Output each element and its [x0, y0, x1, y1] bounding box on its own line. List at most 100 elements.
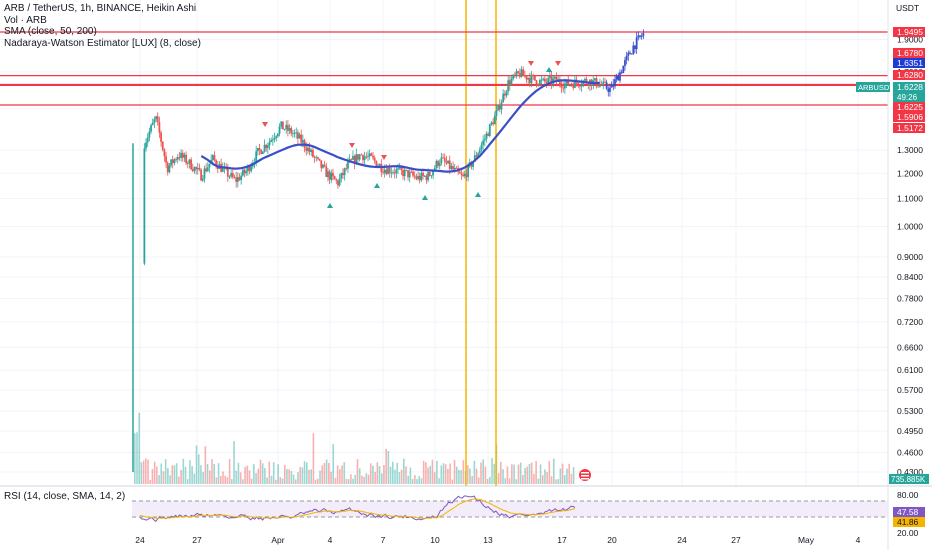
candle-body — [502, 93, 505, 103]
rsi-legend[interactable]: RSI (14, close, SMA, 14, 2) — [4, 491, 125, 502]
volume-bar — [233, 441, 235, 484]
candle-body — [143, 148, 146, 264]
volume-bar — [552, 458, 555, 484]
candle-body — [450, 166, 453, 169]
candle-body — [305, 147, 308, 151]
candle-body — [605, 82, 608, 89]
currency-label: USDT — [896, 3, 919, 13]
candle-body — [291, 133, 294, 134]
candle-body — [173, 159, 176, 164]
candle-body — [453, 167, 456, 170]
candle-body — [615, 75, 618, 80]
candle-body — [533, 75, 536, 81]
candle-body — [178, 157, 181, 158]
candle-body — [186, 163, 189, 164]
candle-body — [437, 161, 439, 166]
signal-markers — [262, 61, 561, 208]
candle-body — [250, 166, 253, 172]
candle-body — [268, 141, 271, 146]
volume-bar — [235, 470, 238, 484]
y-tick-label: 1.1000 — [897, 194, 923, 204]
candle-body — [495, 110, 498, 116]
candle-body — [579, 85, 581, 87]
candle-body — [263, 144, 266, 152]
candle-body — [500, 102, 503, 110]
candle-body — [513, 74, 516, 76]
volume-bar — [354, 474, 357, 484]
volume-bar — [361, 475, 363, 484]
volume-bar — [517, 464, 520, 484]
volume-bar — [310, 469, 312, 484]
candle-body — [562, 87, 565, 89]
candle-body — [235, 177, 238, 182]
candle-body — [577, 82, 580, 86]
volume-bar — [511, 464, 513, 484]
volume-bar — [504, 478, 507, 484]
candle-body — [270, 139, 273, 142]
candle-body — [609, 87, 611, 92]
candle-body — [312, 149, 314, 157]
candle-body — [442, 157, 444, 159]
chart-legend: ARB / TetherUS, 1h, BINANCE, Heikin Ashi… — [4, 3, 201, 49]
volume-bar — [372, 465, 374, 484]
volume-bar — [305, 462, 308, 484]
volume-bar — [290, 470, 293, 484]
volume-bar — [391, 461, 394, 484]
volume-bar — [548, 461, 551, 484]
volume-bar — [204, 446, 207, 484]
volume-bar — [440, 465, 443, 484]
volume-bar — [169, 475, 171, 484]
candle-body — [195, 167, 198, 170]
candle-body — [602, 81, 605, 85]
volume-bar — [449, 463, 451, 484]
y-tick-label: 0.5300 — [897, 406, 923, 416]
candle-body — [185, 154, 187, 164]
candle-body — [230, 173, 233, 177]
volume-bar — [213, 463, 215, 484]
x-tick-label: 10 — [430, 535, 440, 545]
volume-bar — [178, 476, 180, 484]
indicator-nadaraya[interactable]: Nadaraya-Watson Estimator [LUX] (8, clos… — [4, 38, 201, 50]
volume-bar — [405, 466, 407, 484]
candle-body — [392, 172, 394, 174]
tag-last: 1.6228 — [897, 82, 923, 92]
candle-body — [367, 156, 369, 158]
volume-bar — [180, 469, 182, 484]
candle-body — [622, 65, 625, 74]
candle-body — [630, 53, 633, 55]
candle-body — [458, 171, 461, 174]
candle-body — [233, 177, 236, 178]
volume-bar — [286, 469, 288, 484]
candle-body — [325, 166, 328, 177]
volume-bar — [317, 478, 319, 484]
flag-icon[interactable] — [579, 469, 591, 481]
candle-body — [345, 168, 348, 170]
volume-bar — [427, 467, 429, 484]
y-tick-label: 0.6100 — [897, 365, 923, 375]
candle-body — [540, 79, 543, 81]
volume-bar — [312, 433, 315, 484]
volume-bar — [513, 464, 515, 484]
candle-body — [191, 169, 194, 172]
rsi-level-20-label: 20.00 — [897, 528, 919, 538]
candle-body — [480, 144, 483, 150]
volume-bar — [566, 468, 568, 484]
volume-bar — [266, 477, 268, 484]
volume-bar — [301, 467, 304, 484]
x-tick-label: 24 — [677, 535, 687, 545]
indicator-sma[interactable]: SMA (close, 50, 200) — [4, 26, 201, 38]
volume-bar — [242, 479, 244, 484]
price-chart[interactable]: 1.90001.70001.50001.30001.20001.10001.00… — [0, 0, 932, 550]
volume-bar — [436, 460, 438, 484]
volume-bar — [261, 463, 264, 484]
candle-body — [440, 157, 443, 163]
candle-body — [261, 151, 264, 154]
volume-bar — [416, 479, 418, 484]
x-axis-ticks: 24 27 Apr 4 7 10 13 17 20 24 27 May 4 — [135, 535, 860, 545]
volume-bar — [345, 478, 348, 484]
candle-body — [532, 74, 535, 76]
volume-bar — [226, 477, 229, 484]
candle-body — [146, 137, 149, 143]
indicator-volume[interactable]: Vol · ARB — [4, 15, 201, 27]
sell-marker — [381, 155, 387, 160]
